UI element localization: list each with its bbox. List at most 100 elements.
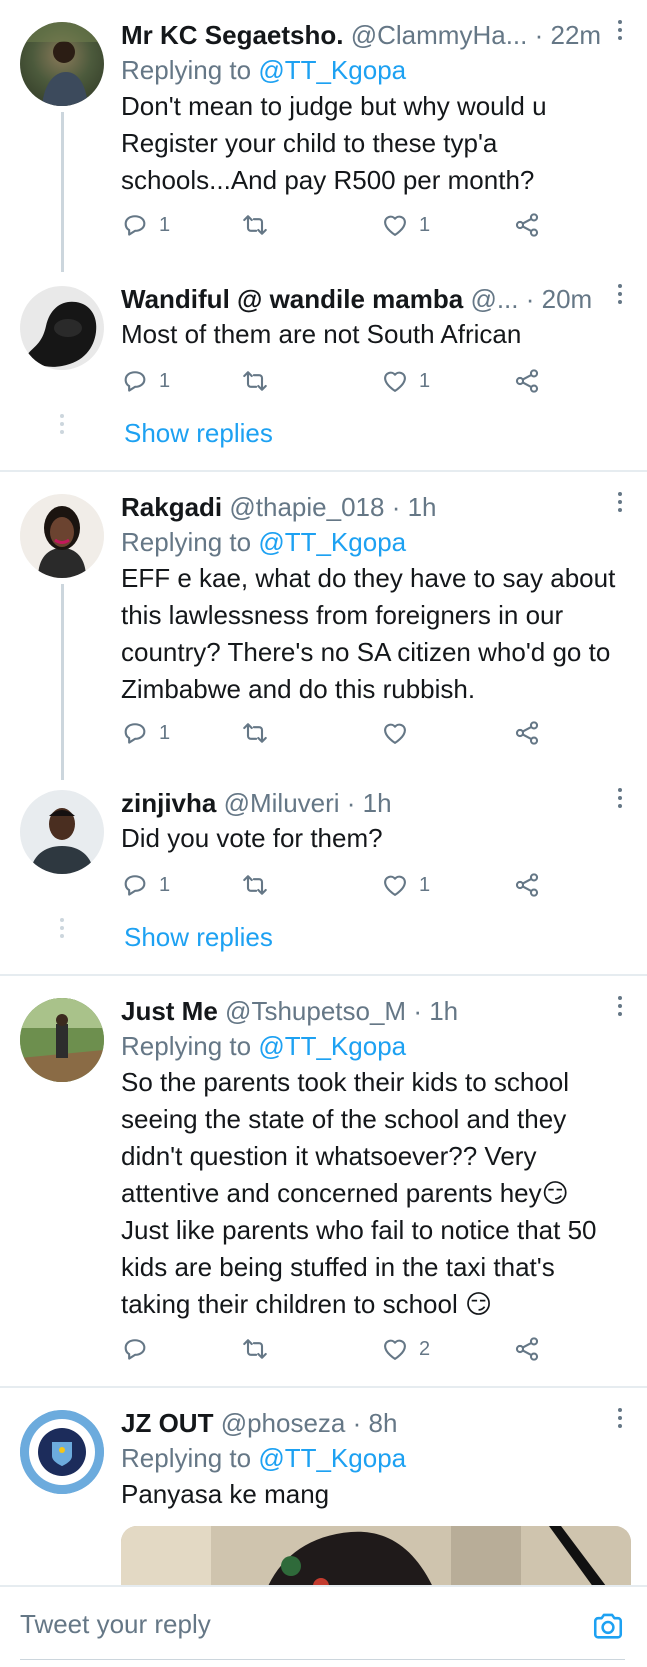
more-menu-icon[interactable] [617,492,623,516]
tweet-media-image[interactable] [121,1526,631,1585]
reply-count: 1 [159,873,171,896]
display-name[interactable]: Mr KC Segaetsho. [121,20,344,50]
like-button[interactable]: 2 [381,1334,430,1364]
display-name[interactable]: Just Me [121,996,218,1026]
share-button[interactable] [513,870,541,900]
retweet-button[interactable] [241,366,279,396]
like-count: 2 [419,1337,431,1360]
like-button[interactable]: 1 [381,870,430,900]
share-button[interactable] [513,366,541,396]
reply-icon [121,719,149,747]
display-name[interactable]: JZ OUT [121,1408,213,1438]
like-button[interactable]: 1 [381,210,430,240]
replying-to: Replying to @TT_Kgopa [121,524,625,560]
share-button[interactable] [513,1334,541,1364]
replying-label: Replying to [121,527,252,557]
tweet-text: Most of them are not South African [121,316,625,353]
tweet-rakgadi[interactable]: Rakgadi @thapie_018 · 1h Replying to @TT… [0,486,647,756]
tweet-actions: 1 1 [121,210,541,240]
user-handle[interactable]: @Miluveri [224,788,340,818]
more-menu-icon[interactable] [617,996,623,1020]
tweet-header: Just Me @Tshupetso_M · 1h [121,994,625,1028]
mention-link[interactable]: @TT_Kgopa [258,1031,406,1061]
display-name[interactable]: zinjivha [121,788,216,818]
reply-button[interactable]: 1 [121,210,170,240]
reply-composer: Tweet your reply [0,1585,647,1667]
tweet-text-line: schools...And pay R500 per month? [121,165,535,195]
retweet-button[interactable] [241,1334,279,1364]
user-handle[interactable]: @thapie_018 [229,492,384,522]
tweet-text: So the parents took their kids to school… [121,1064,625,1323]
tweet-tshupetso[interactable]: Just Me @Tshupetso_M · 1h Replying to @T… [0,990,647,1360]
share-button[interactable] [513,718,541,748]
reply-count: 1 [159,721,171,744]
tweet-wandile[interactable]: Wandiful @ wandile mamba @... · 20m Most… [0,278,647,388]
avatar[interactable] [20,1410,104,1494]
avatar[interactable] [20,790,104,874]
replying-label: Replying to [121,1031,252,1061]
tweet-reply-input[interactable]: Tweet your reply [20,1609,211,1640]
timestamp: · 22m [534,20,602,50]
tweet-phoseza[interactable]: JZ OUT @phoseza · 8h Replying to @TT_Kgo… [0,1402,647,1585]
like-button[interactable] [381,718,419,748]
like-icon [381,367,409,395]
user-handle[interactable]: @ClammyHa... [351,20,528,50]
tweet-header: Wandiful @ wandile mamba @... · 20m [121,282,625,316]
thread-line [61,584,64,780]
more-menu-icon[interactable] [617,788,623,812]
tweet-header: zinjivha @Miluveri · 1h [121,786,625,820]
input-underline [20,1659,625,1660]
tweet-text: Don't mean to judge but why would u Regi… [121,88,625,199]
more-menu-icon[interactable] [617,1408,623,1432]
retweet-icon [241,871,269,899]
tweet-clammyha[interactable]: Mr KC Segaetsho. @ClammyHa... · 22m Repl… [0,14,647,244]
reply-button[interactable] [121,1334,159,1364]
tweet-text-line: attentive and concerned parents hey😏 [121,1178,569,1208]
tweet-text-line: EFF e kae, what do they have to say abou… [121,563,616,593]
thread-line [61,112,64,272]
user-handle[interactable]: @Tshupetso_M [225,996,406,1026]
like-count: 1 [419,873,431,896]
like-button[interactable]: 1 [381,366,430,396]
share-icon [513,871,541,899]
more-menu-icon[interactable] [617,20,623,44]
tweet-text-line: So the parents took their kids to school [121,1067,570,1097]
tweet-actions: 1 1 [121,870,541,900]
reply-button[interactable]: 1 [121,870,170,900]
camera-icon[interactable] [591,1609,625,1643]
retweet-button[interactable] [241,210,279,240]
tweet-header: JZ OUT @phoseza · 8h [121,1406,625,1440]
thread-dots [60,414,64,438]
show-replies-link[interactable]: Show replies [124,418,273,449]
avatar[interactable] [20,998,104,1082]
mention-link[interactable]: @TT_Kgopa [258,1443,406,1473]
like-icon [381,719,409,747]
retweet-button[interactable] [241,718,279,748]
avatar[interactable] [20,22,104,106]
user-handle[interactable]: @phoseza [221,1408,346,1438]
like-count: 1 [419,213,431,236]
tweet-header: Mr KC Segaetsho. @ClammyHa... · 22m [121,18,625,52]
show-replies-link[interactable]: Show replies [124,922,273,953]
tweet-text-line: Did you vote for them? [121,823,383,853]
tweet-actions: 2 [121,1334,541,1364]
thread-dots [60,918,64,942]
avatar[interactable] [20,494,104,578]
reply-button[interactable]: 1 [121,718,170,748]
display-name[interactable]: Wandiful @ wandile mamba [121,284,463,314]
retweet-icon [241,1335,269,1363]
reply-button[interactable]: 1 [121,366,170,396]
reply-icon [121,211,149,239]
display-name[interactable]: Rakgadi [121,492,222,522]
tweet-zinjivha[interactable]: zinjivha @Miluveri · 1h Did you vote for… [0,782,647,892]
share-button[interactable] [513,210,541,240]
tweet-text-line: country? There's no SA citizen who'd go … [121,637,611,667]
user-handle[interactable]: @... [470,284,518,314]
tweet-text-line: kids are being stuffed in the taxi that'… [121,1252,555,1282]
more-menu-icon[interactable] [617,284,623,308]
retweet-button[interactable] [241,870,279,900]
avatar[interactable] [20,286,104,370]
mention-link[interactable]: @TT_Kgopa [258,527,406,557]
mention-link[interactable]: @TT_Kgopa [258,55,406,85]
tweet-text: Panyasa ke mang [121,1476,625,1513]
